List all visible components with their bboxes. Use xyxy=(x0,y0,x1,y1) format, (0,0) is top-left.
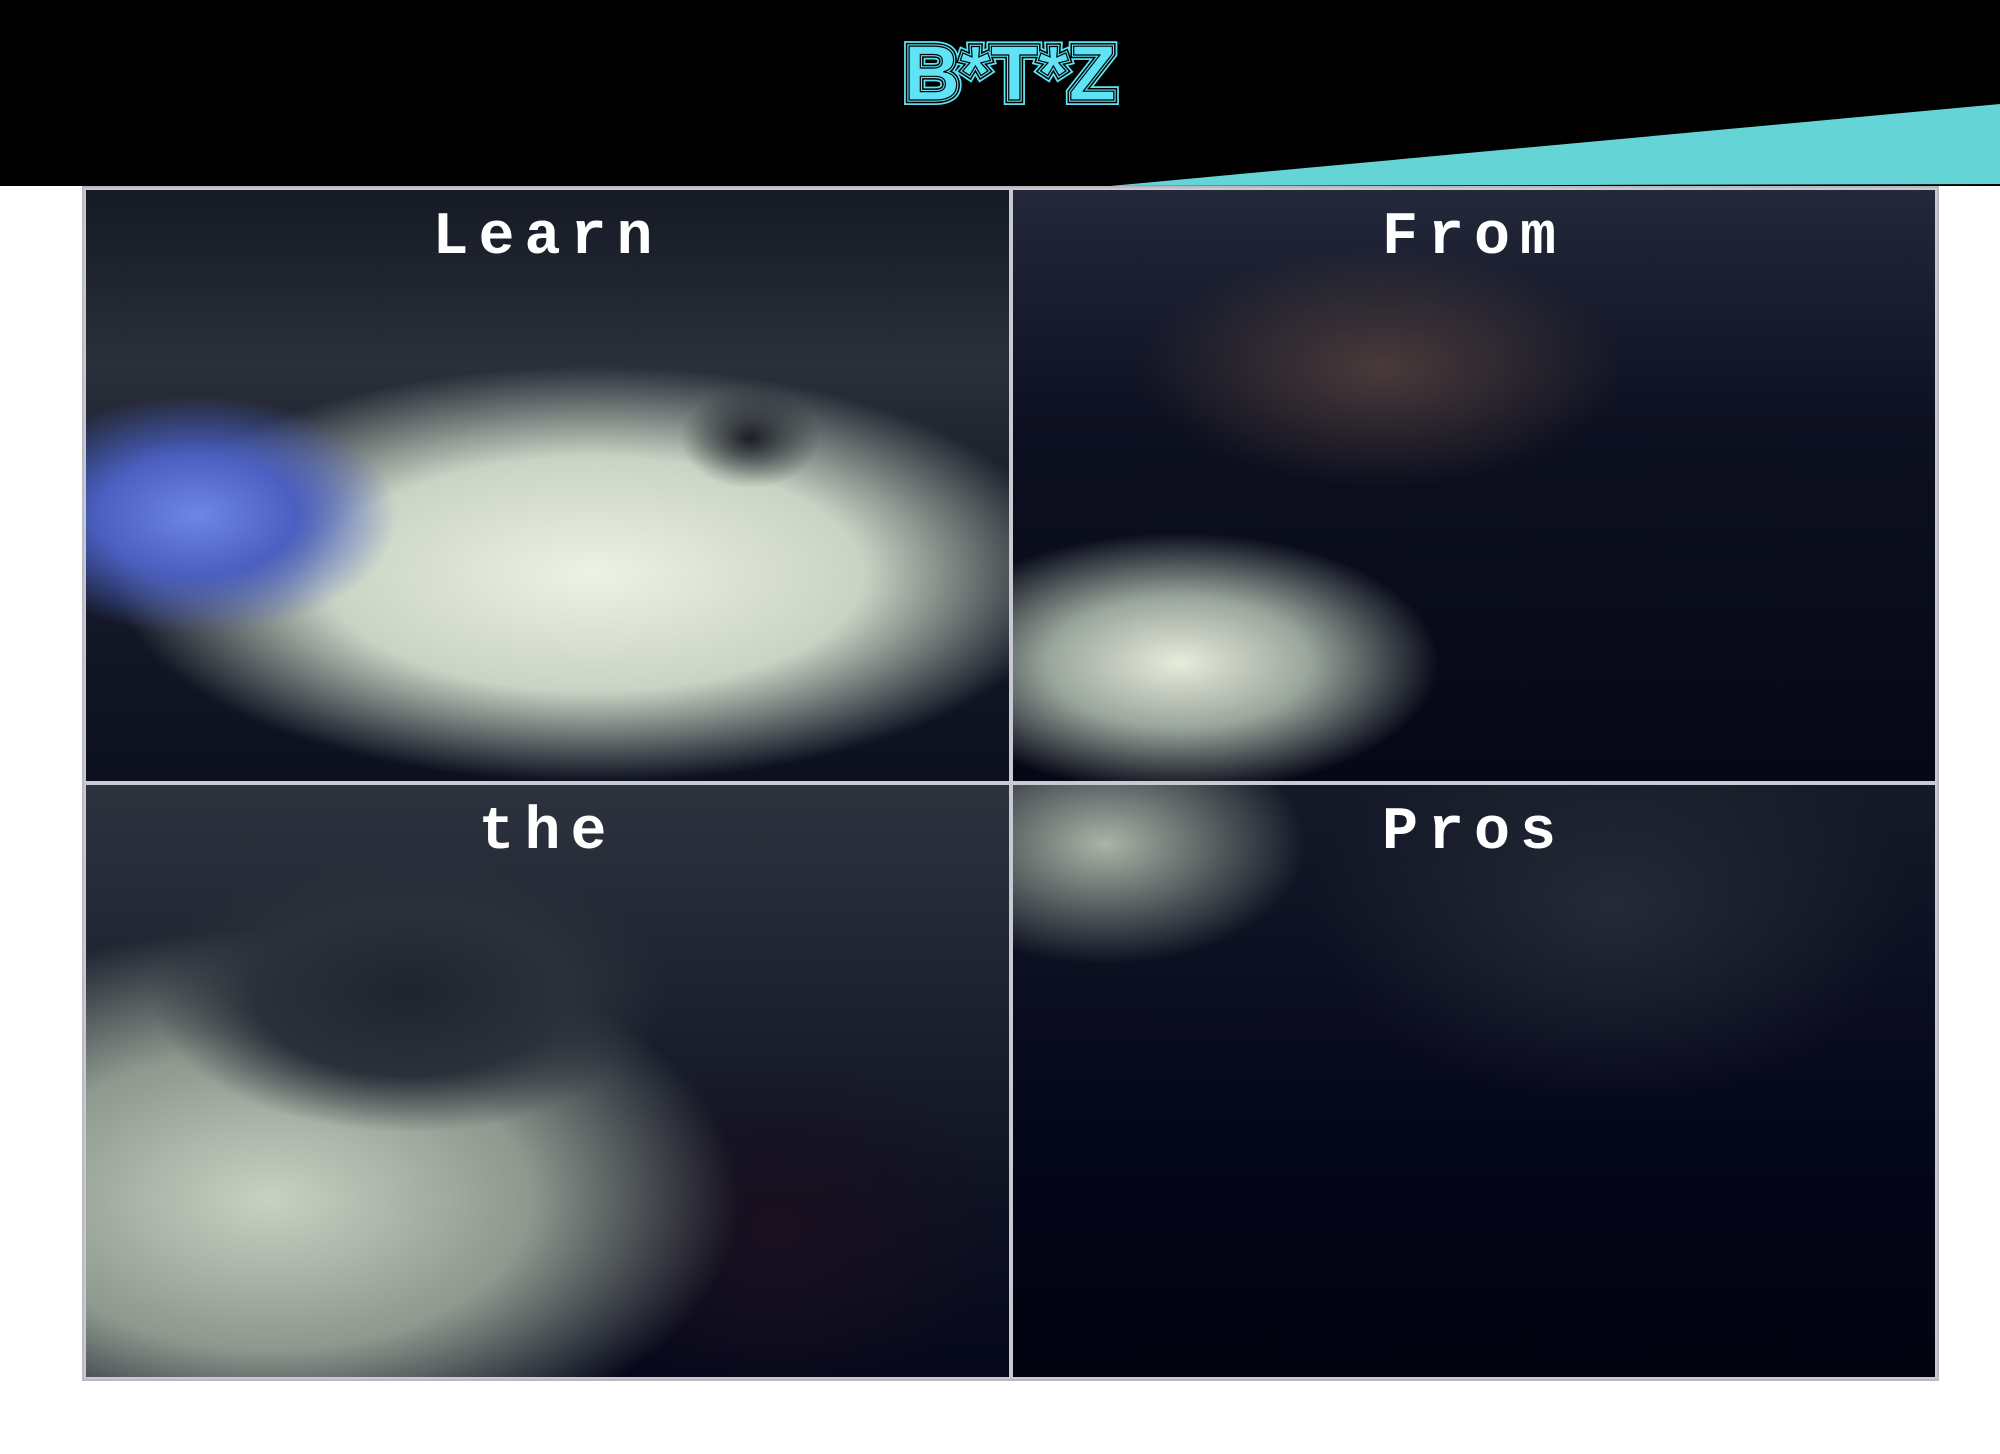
hero-panel-the: the xyxy=(84,783,1011,1379)
svg-text:B*T*Z: B*T*Z xyxy=(904,29,1116,117)
hero-panel-pros: Pros xyxy=(1011,783,1937,1379)
hero-panel-learn: Learn xyxy=(84,188,1011,783)
logo[interactable]: B*T*Z B*T*Z B*T*Z B*T*Z xyxy=(860,28,1160,118)
hero-image-grid: Learn From the Pros xyxy=(82,186,1939,1381)
hero-panel-from: From xyxy=(1011,188,1937,783)
site-header: B*T*Z B*T*Z B*T*Z B*T*Z xyxy=(0,0,2000,186)
panel-caption: Pros xyxy=(1381,799,1567,867)
panel-caption: From xyxy=(1381,204,1567,272)
panel-caption: Learn xyxy=(432,204,663,272)
panel-caption: the xyxy=(478,799,617,867)
